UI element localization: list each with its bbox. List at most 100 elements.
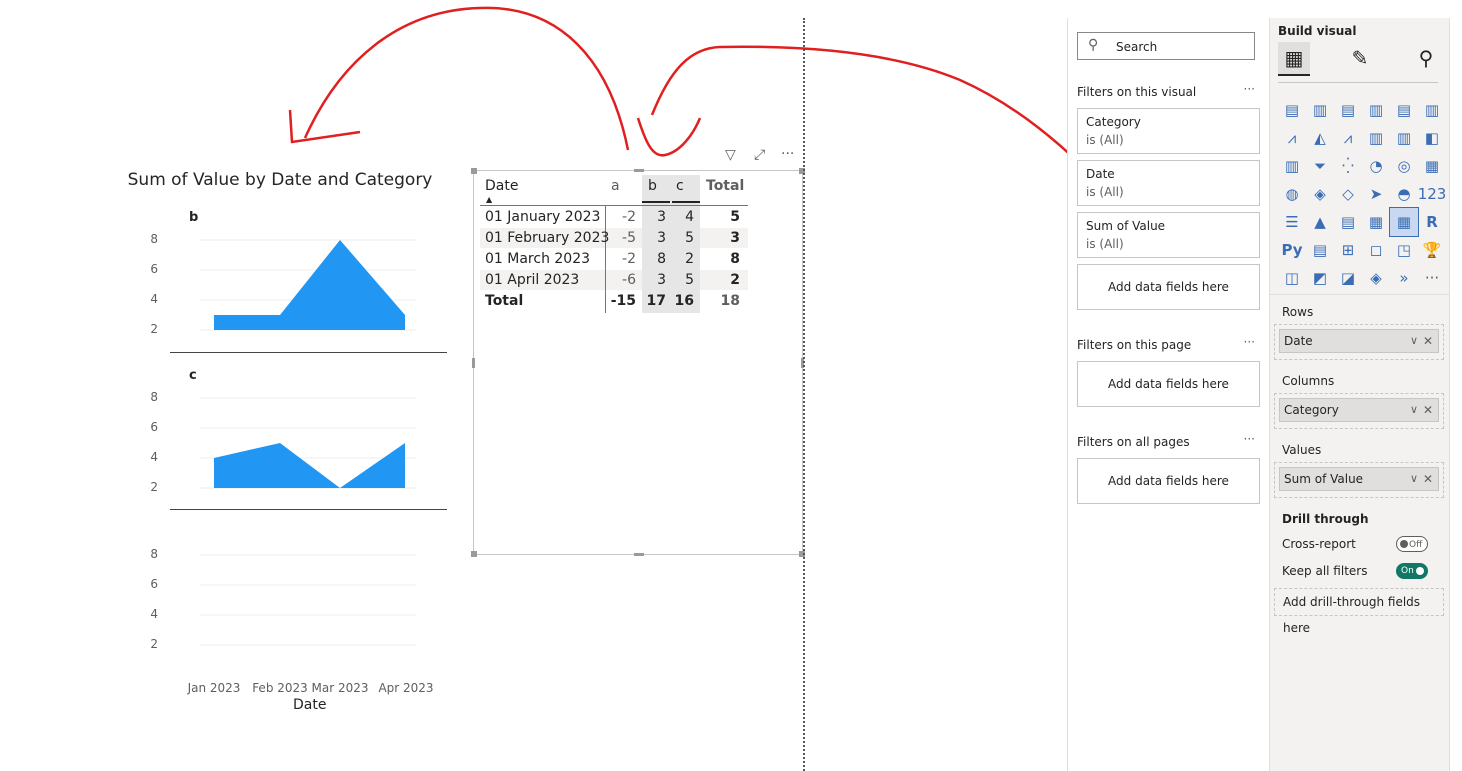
power-apps-icon[interactable]: ◩	[1306, 264, 1334, 292]
filter-card-state: is (All)	[1086, 133, 1124, 147]
line-column-icon[interactable]: ▥	[1362, 124, 1390, 152]
rows-field-pill[interactable]: Date ∨ ✕	[1279, 329, 1439, 353]
drill-through-label: Drill through	[1282, 512, 1369, 526]
resize-handle[interactable]	[472, 358, 475, 368]
kpi-icon[interactable]: ▲	[1306, 208, 1334, 236]
chevron-down-icon[interactable]: ∨	[1410, 468, 1418, 490]
decomposition-tree-icon[interactable]: ⊞	[1334, 236, 1362, 264]
area-icon[interactable]: ◭	[1306, 124, 1334, 152]
goals-icon[interactable]: 🏆	[1418, 236, 1446, 264]
header-a[interactable]: a	[611, 178, 620, 194]
area-series-b[interactable]	[214, 240, 405, 330]
100-column-icon[interactable]: ▥	[1418, 96, 1446, 124]
area-series-c[interactable]	[214, 443, 405, 488]
more-options-icon[interactable]: ···	[781, 146, 794, 162]
columns-label: Columns	[1282, 374, 1335, 388]
treemap-icon[interactable]: ▦	[1418, 152, 1446, 180]
stacked-area-icon[interactable]: ⩘	[1334, 124, 1362, 152]
header-c[interactable]: c	[676, 178, 684, 194]
chevron-down-icon[interactable]: ∨	[1410, 399, 1418, 421]
analytics-tab-icon[interactable]: ⚲	[1410, 42, 1442, 74]
filter-card-title: Sum of Value	[1086, 219, 1166, 233]
stacked-bar-icon[interactable]: ▤	[1278, 96, 1306, 124]
line-clustered-icon[interactable]: ▥	[1390, 124, 1418, 152]
x-tick: Apr 2023	[378, 681, 434, 695]
cross-report-toggle[interactable]: Off	[1396, 536, 1428, 552]
resize-handle[interactable]	[634, 553, 644, 556]
filter-icon[interactable]: ▽	[725, 147, 736, 163]
filled-map-icon[interactable]: ◈	[1306, 180, 1334, 208]
cell-b: 3	[657, 230, 666, 246]
row-date: 01 April 2023	[485, 272, 580, 288]
slicer-icon[interactable]: ▤	[1334, 208, 1362, 236]
focus-mode-icon[interactable]: ⤢	[754, 147, 765, 163]
azure-map-icon[interactable]: ➤	[1362, 180, 1390, 208]
header-b[interactable]: b	[648, 178, 657, 194]
clustered-column-icon[interactable]: ▥	[1362, 96, 1390, 124]
gauge-icon[interactable]: ◓	[1390, 180, 1418, 208]
search-input[interactable]: ⚲ Search	[1077, 32, 1255, 60]
resize-handle[interactable]	[634, 169, 644, 172]
map-icon[interactable]: ◍	[1278, 180, 1306, 208]
funnel-icon[interactable]: ⏷	[1306, 152, 1334, 180]
total-a: -15	[610, 293, 636, 309]
key-influencers-icon[interactable]: ▤	[1306, 236, 1334, 264]
matrix-visual[interactable]: Date ▲ a b c Total 01 January 2023 -2 3 …	[471, 168, 805, 557]
columns-well[interactable]: Category ∨ ✕	[1274, 393, 1444, 429]
pie-icon[interactable]: ◔	[1362, 152, 1390, 180]
values-field-pill[interactable]: Sum of Value ∨ ✕	[1279, 467, 1439, 491]
table-icon[interactable]: ▦	[1362, 208, 1390, 236]
build-visual-tab-icon[interactable]: ▦	[1278, 42, 1310, 76]
line-icon[interactable]: ⩘	[1278, 124, 1306, 152]
cell-total: 3	[730, 230, 740, 246]
more-options-icon[interactable]: ···	[1244, 335, 1255, 349]
resize-handle[interactable]	[471, 551, 477, 557]
multirow-card-icon[interactable]: ☰	[1278, 208, 1306, 236]
filter-card-sum-of-value[interactable]: Sum of Value is (All)	[1077, 212, 1260, 258]
qa-icon[interactable]: ◻	[1362, 236, 1390, 264]
stacked-column-icon[interactable]: ▥	[1306, 96, 1334, 124]
columns-field-pill[interactable]: Category ∨ ✕	[1279, 398, 1439, 422]
card-icon[interactable]: 123	[1418, 180, 1447, 208]
row-date: 01 February 2023	[485, 230, 610, 246]
more-options-icon[interactable]: ···	[1244, 82, 1255, 96]
python-visual-icon[interactable]: Py	[1278, 236, 1306, 264]
narrative-icon[interactable]: ◳	[1390, 236, 1418, 264]
power-automate-icon[interactable]: ◪	[1334, 264, 1362, 292]
resize-handle[interactable]	[471, 168, 477, 174]
rows-well[interactable]: Date ∨ ✕	[1274, 324, 1444, 360]
shape-map-icon[interactable]: ◇	[1334, 180, 1362, 208]
header-date[interactable]: Date	[485, 178, 518, 194]
add-data-fields-visual[interactable]: Add data fields here	[1077, 264, 1260, 310]
more-visuals-icon[interactable]: ···	[1418, 264, 1446, 292]
filter-card-date[interactable]: Date is (All)	[1077, 160, 1260, 206]
sort-ascending-icon[interactable]: ▲	[486, 195, 492, 204]
cell-c: 2	[685, 251, 694, 267]
divider	[1278, 82, 1438, 83]
100-bar-icon[interactable]: ▤	[1390, 96, 1418, 124]
chevron-icon[interactable]: »	[1390, 264, 1418, 292]
r-visual-icon[interactable]: R	[1418, 208, 1446, 236]
header-total[interactable]: Total	[706, 178, 744, 194]
diamond-icon[interactable]: ◈	[1362, 264, 1390, 292]
ribbon-icon[interactable]: ◧	[1418, 124, 1446, 152]
values-well[interactable]: Sum of Value ∨ ✕	[1274, 462, 1444, 498]
total-label: Total	[485, 293, 524, 309]
chevron-down-icon[interactable]: ∨	[1410, 330, 1418, 352]
waterfall-icon[interactable]: ▥	[1278, 152, 1306, 180]
paginated-icon[interactable]: ◫	[1278, 264, 1306, 292]
remove-field-icon[interactable]: ✕	[1423, 468, 1433, 490]
add-data-fields-page[interactable]: Add data fields here	[1077, 361, 1260, 407]
more-options-icon[interactable]: ···	[1244, 432, 1255, 446]
remove-field-icon[interactable]: ✕	[1423, 399, 1433, 421]
keep-all-filters-toggle[interactable]: On	[1396, 563, 1428, 579]
clustered-bar-icon[interactable]: ▤	[1334, 96, 1362, 124]
filter-card-category[interactable]: Category is (All)	[1077, 108, 1260, 154]
format-visual-tab-icon[interactable]: ✎	[1344, 42, 1376, 74]
add-data-fields-all-pages[interactable]: Add data fields here	[1077, 458, 1260, 504]
scatter-icon[interactable]: ⁛	[1334, 152, 1362, 180]
donut-icon[interactable]: ◎	[1390, 152, 1418, 180]
add-drill-through-fields[interactable]: Add drill-through fields here	[1274, 588, 1444, 635]
remove-field-icon[interactable]: ✕	[1423, 330, 1433, 352]
matrix-icon[interactable]: ▦	[1389, 207, 1419, 237]
